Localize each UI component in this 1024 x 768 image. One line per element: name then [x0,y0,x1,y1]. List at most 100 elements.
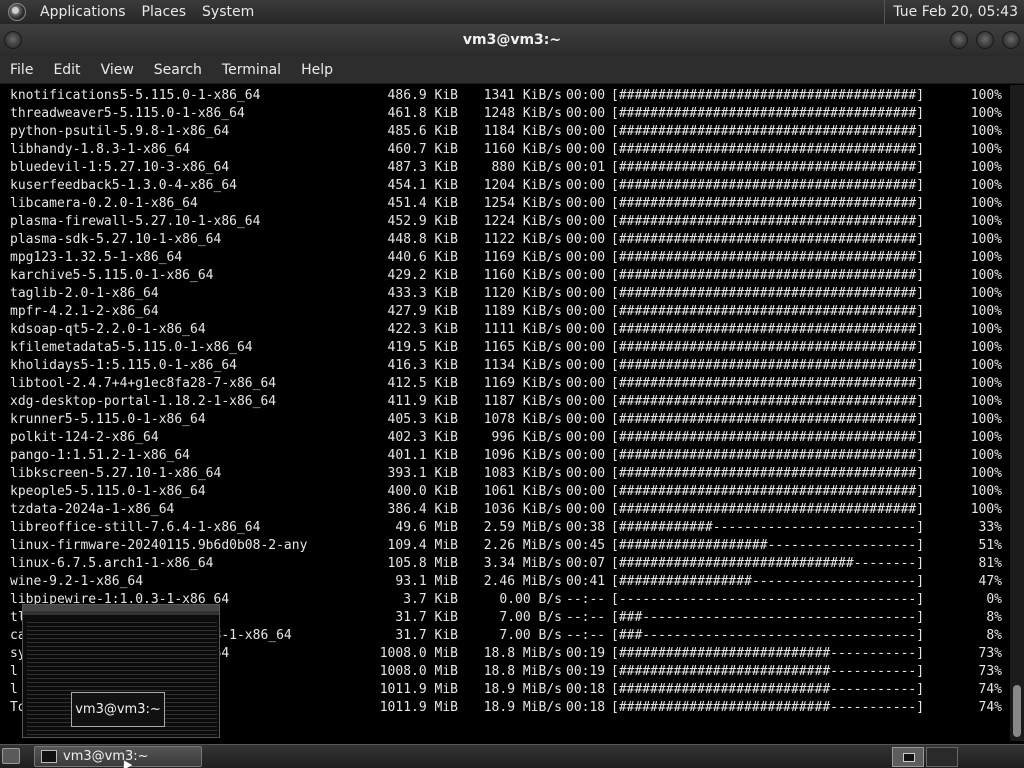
download-pct: 100% [970,358,1002,373]
download-size: 393.1 KiB [387,466,458,481]
scrollbar-thumb[interactable] [1013,685,1021,737]
download-name: kuserfeedback5-1.3.0-4-x86_64 [10,178,237,193]
download-bar: [############--------------------------] [611,520,925,535]
download-bar: [######################################] [611,160,925,175]
download-rate: 1134 KiB/s [483,358,562,373]
download-size: 454.1 KiB [387,178,458,193]
taskbar-terminal-button[interactable]: vm3@vm3:~ [34,746,202,767]
download-rate: 1224 KiB/s [483,214,562,229]
download-bar: [###-----------------------------------] [611,610,925,625]
download-pct: 100% [970,340,1002,355]
terminal-line: libkscreen-5.27.10-1-x86_64 393.1 KiB 1083… [0,465,1010,483]
download-rate: 2.46 MiB/s [483,574,562,589]
download-name: pango-1:1.51.2-1-x86_64 [10,448,191,463]
terminal-line: wine-9.2-1-x86_64 93.1 MiB 2.46 MiB/s 00:41… [0,573,1010,591]
clock[interactable]: Tue Feb 20, 05:43 [884,0,1024,24]
download-size: 109.4 MiB [387,538,458,553]
terminal-line: plasma-firewall-5.27.10-1-x86_64 452.9 Ki… [0,213,1010,231]
download-bar: [######################################] [611,358,925,373]
download-time: 00:41 [566,574,606,589]
download-rate: 7.00 B/s [499,628,562,643]
download-pct: 74% [978,700,1002,715]
download-name: karchive5-5.115.0-1-x86_64 [10,268,214,283]
minimize-button[interactable] [950,31,968,49]
download-pct: 74% [978,682,1002,697]
menu-search[interactable]: Search [144,62,212,78]
download-rate: 880 KiB/s [491,160,562,175]
download-size: 412.5 KiB [387,376,458,391]
download-pct: 51% [978,538,1002,553]
window-titlebar[interactable]: vm3@vm3:~ [0,24,1024,56]
download-time: 00:00 [566,88,606,103]
menu-places[interactable]: Places [134,4,195,20]
download-pct: 100% [970,160,1002,175]
download-time: --:-- [566,610,606,625]
download-rate: 1187 KiB/s [483,394,562,409]
terminal-line: polkit-124-2-x86_64 402.3 KiB 996 KiB/s 00:… [0,429,1010,447]
download-bar: [######################################] [611,250,925,265]
window-title: vm3@vm3:~ [462,32,562,48]
menu-edit[interactable]: Edit [43,62,90,78]
download-pct: 100% [970,214,1002,229]
menu-file[interactable]: File [0,62,43,78]
download-name: xdg-desktop-portal-1.18.2-1-x86_64 [10,394,277,409]
download-name: wine-9.2-1-x86_64 [10,574,144,589]
window-menu-icon[interactable] [4,31,22,49]
download-size: 485.6 KiB [387,124,458,139]
download-rate: 7.00 B/s [499,610,562,625]
download-time: --:-- [566,592,606,607]
download-bar: [######################################] [611,178,925,193]
download-time: 00:00 [566,268,606,283]
download-bar: [######################################] [611,196,925,211]
download-time: 00:00 [566,394,606,409]
download-name: python-psutil-5.9.8-1-x86_64 [10,124,230,139]
download-pct: 100% [970,322,1002,337]
download-bar: [######################################] [611,448,925,463]
close-button[interactable] [1002,31,1020,49]
maximize-button[interactable] [976,31,994,49]
download-rate: 1083 KiB/s [483,466,562,481]
download-size: 419.5 KiB [387,340,458,355]
download-name: knotifications5-5.115.0-1-x86_64 [10,88,261,103]
download-time: 00:19 [566,646,606,661]
download-bar: [###-----------------------------------] [611,628,925,643]
download-rate: 1160 KiB/s [483,142,562,157]
terminal-line: libtool-2.4.7+4+g1ec8fa28-7-x86_64 412.5 … [0,375,1010,393]
download-rate: 1169 KiB/s [483,250,562,265]
menu-view[interactable]: View [91,62,144,78]
download-pct: 100% [970,268,1002,283]
download-rate: 1184 KiB/s [483,124,562,139]
download-rate: 18.9 MiB/s [483,682,562,697]
menu-terminal[interactable]: Terminal [212,62,291,78]
download-pct: 73% [978,646,1002,661]
workspace-2-button[interactable] [926,747,958,767]
show-desktop-icon[interactable] [2,748,20,764]
menu-help[interactable]: Help [291,62,343,78]
top-panel: Applications Places System Tue Feb 20, 0… [0,0,1024,24]
download-time: 00:00 [566,376,606,391]
download-bar: [###########################-----------] [611,700,925,715]
menu-system[interactable]: System [194,4,262,20]
download-name: libkscreen-5.27.10-1-x86_64 [10,466,222,481]
download-size: 422.3 KiB [387,322,458,337]
workspace-window-icon [903,753,915,762]
download-pct: 100% [970,286,1002,301]
download-pct: 100% [970,106,1002,121]
workspace-1-button[interactable] [892,747,924,767]
terminal-scrollbar[interactable] [1010,85,1024,741]
menu-applications[interactable]: Applications [32,4,134,20]
download-pct: 0% [986,592,1002,607]
download-rate: 1248 KiB/s [483,106,562,121]
download-bar: [######################################] [611,412,925,427]
download-bar: [######################################] [611,484,925,499]
preview-menubar [23,611,219,615]
download-bar: [###########################-----------] [611,664,925,679]
window-tooltip: vm3@vm3:~ [71,692,165,727]
download-time: 00:00 [566,286,606,301]
terminal-line: libcamera-0.2.0-1-x86_64 451.4 KiB 1254 Ki… [0,195,1010,213]
download-size: 416.3 KiB [387,358,458,373]
download-size: 461.8 KiB [387,106,458,121]
download-pct: 8% [986,628,1002,643]
download-bar: [#################---------------------] [611,574,925,589]
distro-logo-icon[interactable] [8,3,26,21]
